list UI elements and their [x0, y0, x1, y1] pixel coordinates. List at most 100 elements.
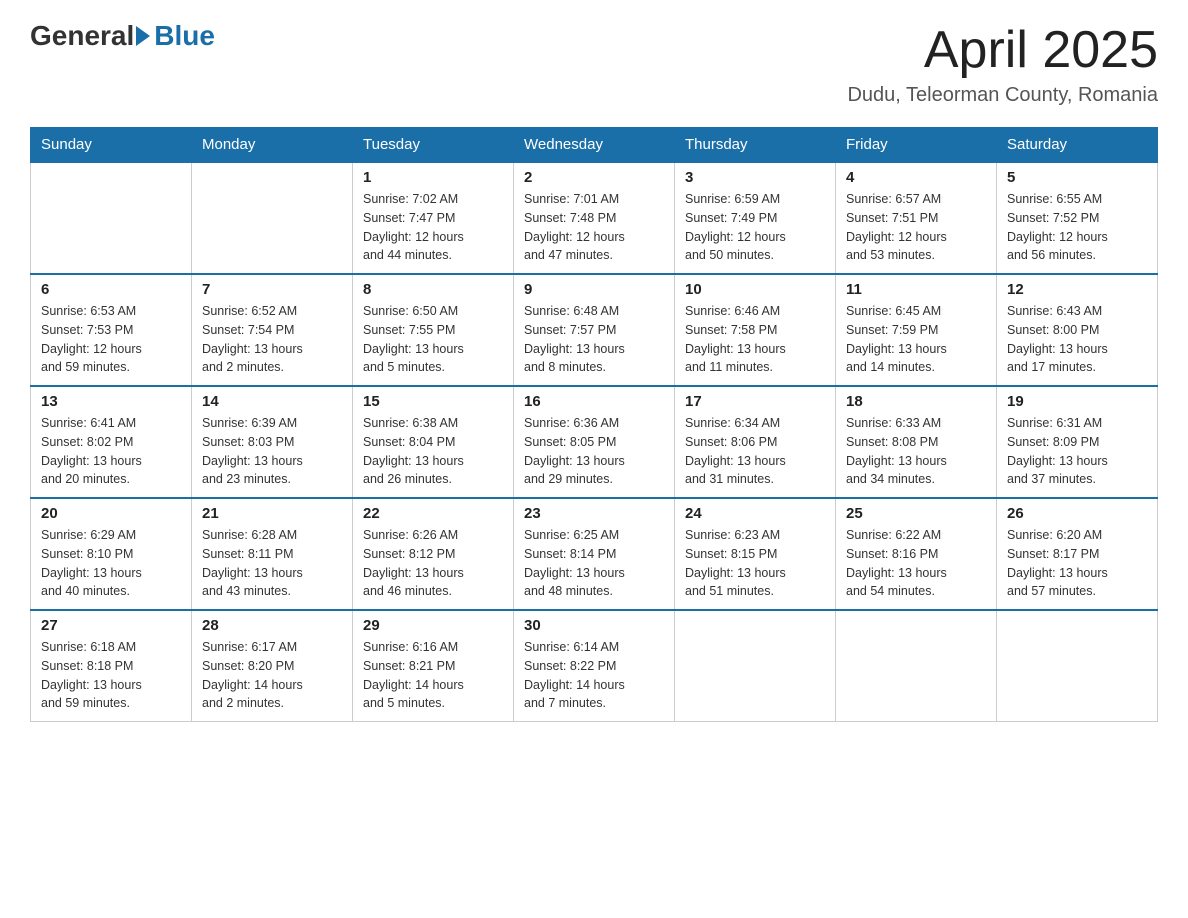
day-info: Sunrise: 6:28 AM Sunset: 8:11 PM Dayligh… — [202, 526, 342, 601]
location-subtitle: Dudu, Teleorman County, Romania — [847, 84, 1158, 107]
day-number: 3 — [685, 169, 825, 186]
calendar-cell: 14 Sunrise: 6:39 AM Sunset: 8:03 PM Dayli… — [192, 386, 353, 498]
calendar-cell: 23 Sunrise: 6:25 AM Sunset: 8:14 PM Dayli… — [514, 498, 675, 610]
day-info: Sunrise: 6:48 AM Sunset: 7:57 PM Dayligh… — [524, 302, 664, 377]
calendar-cell: 26 Sunrise: 6:20 AM Sunset: 8:17 PM Dayli… — [997, 498, 1158, 610]
calendar-cell: 21Sunrise: 6:28 AM Sunset: 8:11 PM Dayli… — [192, 498, 353, 610]
calendar-cell: 22Sunrise: 6:26 AM Sunset: 8:12 PM Dayli… — [353, 498, 514, 610]
logo-arrow-icon — [136, 26, 150, 46]
day-number: 25 — [846, 505, 986, 522]
calendar-week-3: 13 Sunrise: 6:41 AM Sunset: 8:02 PM Dayli… — [31, 386, 1158, 498]
calendar-week-5: 27Sunrise: 6:18 AM Sunset: 8:18 PM Dayli… — [31, 610, 1158, 722]
calendar-header-thursday: Thursday — [675, 128, 836, 163]
calendar-cell: 30 Sunrise: 6:14 AM Sunset: 8:22 PM Dayli… — [514, 610, 675, 722]
calendar-header-sunday: Sunday — [31, 128, 192, 163]
calendar-cell: 9 Sunrise: 6:48 AM Sunset: 7:57 PM Daylig… — [514, 274, 675, 386]
day-info: Sunrise: 6:25 AM Sunset: 8:14 PM Dayligh… — [524, 526, 664, 601]
calendar-cell: 24 Sunrise: 6:23 AM Sunset: 8:15 PM Dayli… — [675, 498, 836, 610]
calendar-cell: 15 Sunrise: 6:38 AM Sunset: 8:04 PM Dayli… — [353, 386, 514, 498]
day-info: Sunrise: 6:53 AM Sunset: 7:53 PM Dayligh… — [41, 302, 181, 377]
calendar-cell: 18 Sunrise: 6:33 AM Sunset: 8:08 PM Dayli… — [836, 386, 997, 498]
day-info: Sunrise: 6:22 AM Sunset: 8:16 PM Dayligh… — [846, 526, 986, 601]
day-info: Sunrise: 7:01 AM Sunset: 7:48 PM Dayligh… — [524, 190, 664, 265]
day-info: Sunrise: 6:36 AM Sunset: 8:05 PM Dayligh… — [524, 414, 664, 489]
day-number: 9 — [524, 281, 664, 298]
calendar-cell: 7Sunrise: 6:52 AM Sunset: 7:54 PM Daylig… — [192, 274, 353, 386]
day-number: 26 — [1007, 505, 1147, 522]
calendar-cell: 3 Sunrise: 6:59 AM Sunset: 7:49 PM Daylig… — [675, 162, 836, 274]
day-number: 29 — [363, 617, 503, 634]
day-info: Sunrise: 6:45 AM Sunset: 7:59 PM Dayligh… — [846, 302, 986, 377]
calendar-cell: 29 Sunrise: 6:16 AM Sunset: 8:21 PM Dayli… — [353, 610, 514, 722]
calendar-cell — [997, 610, 1158, 722]
day-number: 24 — [685, 505, 825, 522]
day-number: 10 — [685, 281, 825, 298]
day-info: Sunrise: 6:17 AM Sunset: 8:20 PM Dayligh… — [202, 638, 342, 713]
day-info: Sunrise: 6:33 AM Sunset: 8:08 PM Dayligh… — [846, 414, 986, 489]
calendar-cell: 4 Sunrise: 6:57 AM Sunset: 7:51 PM Daylig… — [836, 162, 997, 274]
day-info: Sunrise: 6:57 AM Sunset: 7:51 PM Dayligh… — [846, 190, 986, 265]
calendar-cell: 6Sunrise: 6:53 AM Sunset: 7:53 PM Daylig… — [31, 274, 192, 386]
day-number: 17 — [685, 393, 825, 410]
calendar-header-saturday: Saturday — [997, 128, 1158, 163]
day-number: 15 — [363, 393, 503, 410]
calendar-cell: 10 Sunrise: 6:46 AM Sunset: 7:58 PM Dayli… — [675, 274, 836, 386]
calendar-cell — [675, 610, 836, 722]
day-number: 4 — [846, 169, 986, 186]
calendar-cell: 8 Sunrise: 6:50 AM Sunset: 7:55 PM Daylig… — [353, 274, 514, 386]
calendar-cell: 12Sunrise: 6:43 AM Sunset: 8:00 PM Dayli… — [997, 274, 1158, 386]
day-info: Sunrise: 6:43 AM Sunset: 8:00 PM Dayligh… — [1007, 302, 1147, 377]
day-number: 14 — [202, 393, 342, 410]
day-number: 11 — [846, 281, 986, 298]
day-info: Sunrise: 6:52 AM Sunset: 7:54 PM Dayligh… — [202, 302, 342, 377]
day-info: Sunrise: 6:59 AM Sunset: 7:49 PM Dayligh… — [685, 190, 825, 265]
calendar-cell: 27Sunrise: 6:18 AM Sunset: 8:18 PM Dayli… — [31, 610, 192, 722]
month-title: April 2025 — [847, 20, 1158, 80]
day-number: 20 — [41, 505, 181, 522]
calendar-header-tuesday: Tuesday — [353, 128, 514, 163]
day-info: Sunrise: 6:26 AM Sunset: 8:12 PM Dayligh… — [363, 526, 503, 601]
day-number: 18 — [846, 393, 986, 410]
day-info: Sunrise: 6:55 AM Sunset: 7:52 PM Dayligh… — [1007, 190, 1147, 265]
day-number: 1 — [363, 169, 503, 186]
calendar-cell: 17 Sunrise: 6:34 AM Sunset: 8:06 PM Dayli… — [675, 386, 836, 498]
day-info: Sunrise: 6:16 AM Sunset: 8:21 PM Dayligh… — [363, 638, 503, 713]
day-info: Sunrise: 7:02 AM Sunset: 7:47 PM Dayligh… — [363, 190, 503, 265]
calendar-cell: 13 Sunrise: 6:41 AM Sunset: 8:02 PM Dayli… — [31, 386, 192, 498]
calendar-week-1: 1 Sunrise: 7:02 AM Sunset: 7:47 PM Daylig… — [31, 162, 1158, 274]
calendar-header-friday: Friday — [836, 128, 997, 163]
day-info: Sunrise: 6:14 AM Sunset: 8:22 PM Dayligh… — [524, 638, 664, 713]
calendar-cell — [836, 610, 997, 722]
day-info: Sunrise: 6:34 AM Sunset: 8:06 PM Dayligh… — [685, 414, 825, 489]
day-number: 30 — [524, 617, 664, 634]
day-info: Sunrise: 6:46 AM Sunset: 7:58 PM Dayligh… — [685, 302, 825, 377]
calendar-cell: 19Sunrise: 6:31 AM Sunset: 8:09 PM Dayli… — [997, 386, 1158, 498]
calendar-cell: 28 Sunrise: 6:17 AM Sunset: 8:20 PM Dayli… — [192, 610, 353, 722]
day-info: Sunrise: 6:50 AM Sunset: 7:55 PM Dayligh… — [363, 302, 503, 377]
day-number: 28 — [202, 617, 342, 634]
page-header: General Blue April 2025 Dudu, Teleorman … — [30, 20, 1158, 107]
day-info: Sunrise: 6:20 AM Sunset: 8:17 PM Dayligh… — [1007, 526, 1147, 601]
calendar-cell: 2 Sunrise: 7:01 AM Sunset: 7:48 PM Daylig… — [514, 162, 675, 274]
day-info: Sunrise: 6:23 AM Sunset: 8:15 PM Dayligh… — [685, 526, 825, 601]
day-info: Sunrise: 6:29 AM Sunset: 8:10 PM Dayligh… — [41, 526, 181, 601]
logo: General Blue — [30, 20, 215, 52]
day-number: 16 — [524, 393, 664, 410]
day-info: Sunrise: 6:38 AM Sunset: 8:04 PM Dayligh… — [363, 414, 503, 489]
calendar-cell — [192, 162, 353, 274]
logo-general-text: General — [30, 20, 134, 52]
day-number: 2 — [524, 169, 664, 186]
day-info: Sunrise: 6:41 AM Sunset: 8:02 PM Dayligh… — [41, 414, 181, 489]
day-number: 19 — [1007, 393, 1147, 410]
day-info: Sunrise: 6:39 AM Sunset: 8:03 PM Dayligh… — [202, 414, 342, 489]
calendar-week-4: 20 Sunrise: 6:29 AM Sunset: 8:10 PM Dayli… — [31, 498, 1158, 610]
day-number: 13 — [41, 393, 181, 410]
calendar-week-2: 6Sunrise: 6:53 AM Sunset: 7:53 PM Daylig… — [31, 274, 1158, 386]
day-number: 23 — [524, 505, 664, 522]
calendar-cell — [31, 162, 192, 274]
calendar-cell: 1 Sunrise: 7:02 AM Sunset: 7:47 PM Daylig… — [353, 162, 514, 274]
day-number: 8 — [363, 281, 503, 298]
calendar-cell: 11 Sunrise: 6:45 AM Sunset: 7:59 PM Dayli… — [836, 274, 997, 386]
calendar-cell: 25 Sunrise: 6:22 AM Sunset: 8:16 PM Dayli… — [836, 498, 997, 610]
calendar-cell: 16 Sunrise: 6:36 AM Sunset: 8:05 PM Dayli… — [514, 386, 675, 498]
